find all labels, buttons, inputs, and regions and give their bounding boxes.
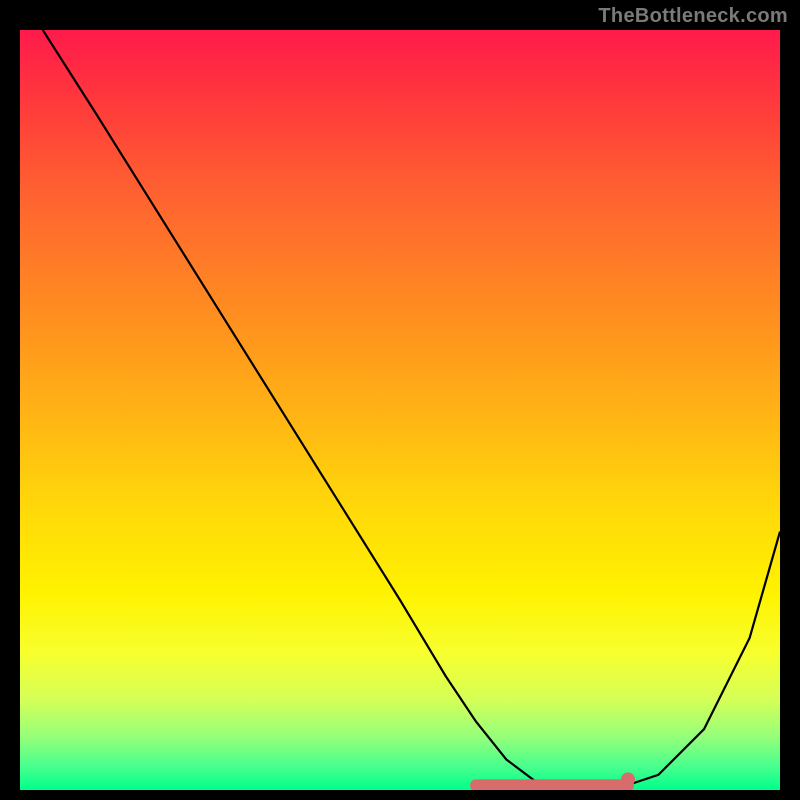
- chart-frame: TheBottleneck.com: [0, 0, 800, 800]
- curve-layer: [20, 30, 780, 790]
- brand-watermark: TheBottleneck.com: [598, 5, 788, 28]
- plot-area: [20, 30, 780, 790]
- flat-zone-end-dot: [621, 772, 635, 786]
- bottleneck-curve: [43, 30, 780, 790]
